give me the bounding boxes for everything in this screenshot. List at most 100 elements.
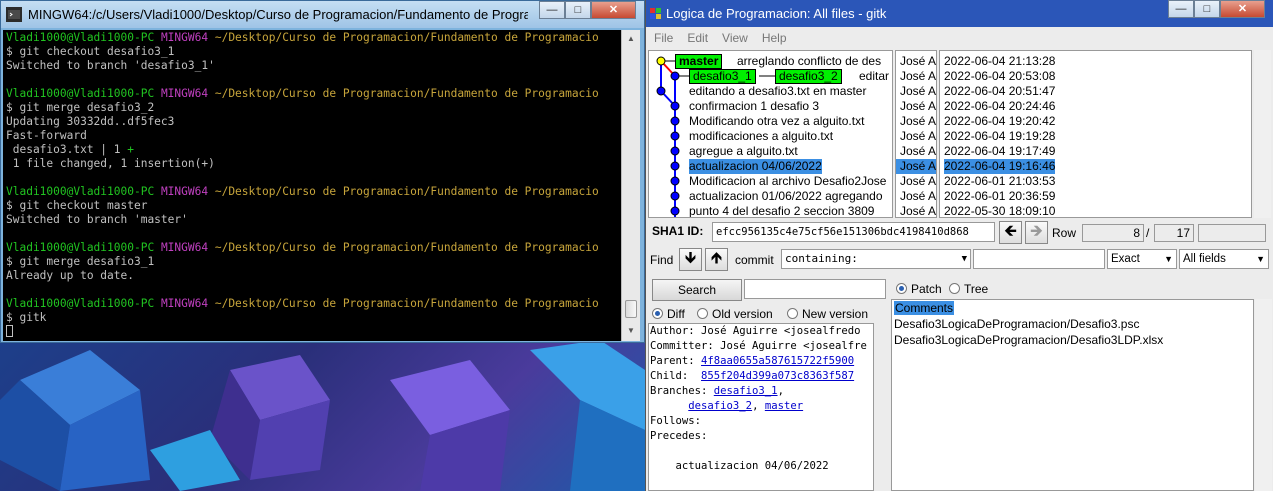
committer-line: Committer: José Aguirre <josealfre (650, 340, 867, 352)
radio-selected-icon (652, 308, 663, 319)
date-column[interactable]: 2022-06-04 21:13:28 2022-06-04 20:53:08 … (939, 50, 1252, 218)
gitk-titlebar[interactable]: Logica de Programacion: All files - gitk… (646, 0, 1273, 27)
commit-label: commit (735, 253, 774, 267)
commit-row-selected[interactable]: actualizacion 04/06/2022 (689, 159, 822, 174)
menu-help[interactable]: Help (762, 28, 787, 48)
match-mode-dropdown[interactable]: Exact ▼ (1107, 249, 1177, 269)
fields-dropdown[interactable]: All fields ▼ (1179, 249, 1269, 269)
commit-row[interactable]: confirmacion 1 desafio 3 (689, 99, 819, 114)
author-cell: José A (900, 69, 937, 83)
author-cell: José A (900, 99, 937, 113)
menu-file[interactable]: File (654, 28, 673, 48)
close-button[interactable]: ✕ (1220, 0, 1265, 18)
file-item[interactable]: Desafio3LogicaDeProgramacion/Desafio3LDP… (892, 332, 1253, 348)
row-current: 8 (1082, 224, 1144, 242)
row-separator: / (1146, 226, 1150, 240)
block-1: Vladi1000@Vladi1000-PC MINGW64 ~/Desktop… (6, 87, 599, 170)
diff-radio[interactable]: Diff (652, 307, 685, 321)
commit-row[interactable]: modificaciones a alguito.txt (689, 129, 833, 144)
radio-selected-icon (896, 283, 907, 294)
terminal-titlebar[interactable]: MINGW64:/c/Users/Vladi1000/Desktop/Curso… (1, 1, 644, 28)
date-cell: 2022-05-30 18:09:10 (944, 204, 1056, 218)
prompt-env: MINGW64 (160, 87, 209, 100)
scroll-down-icon[interactable]: ▼ (624, 324, 638, 338)
commit-row[interactable]: agregue a alguito.txt (689, 144, 798, 159)
menu-edit[interactable]: Edit (687, 28, 708, 48)
commit-row[interactable]: Modificando otra vez a alguito.txt (689, 114, 864, 129)
child-link[interactable]: 855f204d399a073c8363f587 (701, 370, 854, 382)
find-type-dropdown[interactable]: containing: ▼ (781, 249, 971, 269)
chevron-down-icon: ▼ (1256, 254, 1265, 264)
maximize-button[interactable]: □ (1194, 0, 1220, 18)
new-version-radio[interactable]: New version (787, 307, 868, 321)
close-button[interactable]: ✕ (591, 1, 636, 19)
forward-arrow-icon[interactable]: 🡺 (1025, 221, 1048, 244)
commit-row[interactable]: arreglando conflicto de des (737, 54, 881, 69)
search-input[interactable] (744, 279, 886, 299)
gitk-window-controls: — □ ✕ (1168, 0, 1265, 18)
commit-row[interactable]: editando a desafio3.txt en master (689, 84, 866, 99)
author-column[interactable]: José A José A José A José A José A José … (895, 50, 937, 218)
patch-radio[interactable]: Patch (896, 282, 942, 296)
chevron-down-icon: ▼ (961, 254, 967, 264)
branch-tag-desafio3-1[interactable]: desafio3_1 (689, 69, 756, 84)
match-mode-value: Exact (1111, 253, 1140, 265)
search-button[interactable]: Search (652, 279, 742, 301)
find-up-arrow-icon[interactable]: 🡹 (705, 248, 728, 271)
command-line: $ git merge desafio3_1 (6, 255, 155, 268)
commit-row[interactable]: editar (859, 69, 889, 84)
commit-graph-pane[interactable]: master arreglando conflicto de des desaf… (648, 50, 893, 218)
terminal-scrollbar[interactable]: ▲ ▼ (621, 30, 640, 341)
block-4: Vladi1000@Vladi1000-PC MINGW64 ~/Desktop… (6, 297, 599, 338)
new-version-label: New version (802, 307, 869, 321)
prompt-user: Vladi1000@Vladi1000-PC (6, 185, 155, 198)
file-item[interactable]: Desafio3LogicaDeProgramacion/Desafio3.ps… (892, 316, 1253, 332)
scroll-up-icon[interactable]: ▲ (624, 32, 638, 46)
commit-details[interactable]: Author: José Aguirre <josealfredo Commit… (648, 323, 874, 491)
minimize-button[interactable]: — (539, 1, 565, 19)
commit-list-scrollbar[interactable] (1254, 50, 1271, 218)
branch-link-desafio3-2[interactable]: desafio3_2 (688, 400, 752, 412)
date-cell: 2022-06-04 20:51:47 (944, 84, 1056, 98)
patch-radio-label: Patch (911, 282, 942, 296)
terminal-output[interactable]: Vladi1000@Vladi1000-PC MINGW64 ~/Desktop… (3, 30, 621, 341)
graph-node-head (656, 56, 666, 66)
output-line: Fast-forward (6, 129, 87, 142)
back-arrow-icon[interactable]: 🡸 (999, 221, 1022, 244)
find-input[interactable] (973, 249, 1105, 269)
row-total: 17 (1154, 224, 1194, 242)
find-down-arrow-icon[interactable]: 🡻 (679, 248, 702, 271)
old-version-radio[interactable]: Old version (697, 307, 773, 321)
commit-row[interactable]: punto 4 del desafio 2 seccion 3809 (689, 204, 874, 217)
author-line: Author: José Aguirre <josealfredo (650, 325, 861, 337)
branch-tag-master[interactable]: master (675, 54, 723, 69)
branch-tag-desafio3-2[interactable]: desafio3_2 (775, 69, 842, 84)
maximize-button[interactable]: □ (565, 1, 591, 19)
parent-link[interactable]: 4f8aa0655a587615722f5900 (701, 355, 854, 367)
commit-row[interactable]: actualizacion 01/06/2022 agregando (689, 189, 883, 204)
date-cell-selected: 2022-06-04 19:16:46 (944, 159, 1056, 174)
commit-message: actualizacion 04/06/2022 (650, 460, 829, 472)
author-cell: José A (900, 84, 937, 98)
gitk-logo-icon (650, 8, 661, 19)
follows-line: Follows: (650, 415, 702, 427)
date-cell: 2022-06-04 19:20:42 (944, 114, 1056, 128)
branch-link-master[interactable]: master (765, 400, 803, 412)
old-version-label: Old version (712, 307, 773, 321)
child-label: Child: (650, 370, 702, 382)
prompt-user: Vladi1000@Vladi1000-PC (6, 87, 155, 100)
chevron-down-icon: ▼ (1164, 254, 1173, 264)
sha1-field[interactable]: efcc956135c4e75cf56e151306bdc4198410d868 (712, 222, 995, 242)
tree-radio[interactable]: Tree (949, 282, 988, 296)
scroll-thumb[interactable] (625, 300, 637, 318)
file-item-comments[interactable]: Comments (892, 300, 1253, 316)
minimize-button[interactable]: — (1168, 0, 1194, 18)
menu-view[interactable]: View (722, 28, 748, 48)
file-list-scrollbar[interactable] (1255, 299, 1272, 491)
prompt-env: MINGW64 (160, 297, 209, 310)
branch-link-desafio3-1[interactable]: desafio3_1 (714, 385, 778, 397)
commit-row[interactable]: Modificacion al archivo Desafio2Jose (689, 174, 886, 189)
block-3: Vladi1000@Vladi1000-PC MINGW64 ~/Desktop… (6, 241, 599, 282)
file-list[interactable]: Comments Desafio3LogicaDeProgramacion/De… (891, 299, 1254, 491)
date-cell: 2022-06-04 20:53:08 (944, 69, 1056, 83)
